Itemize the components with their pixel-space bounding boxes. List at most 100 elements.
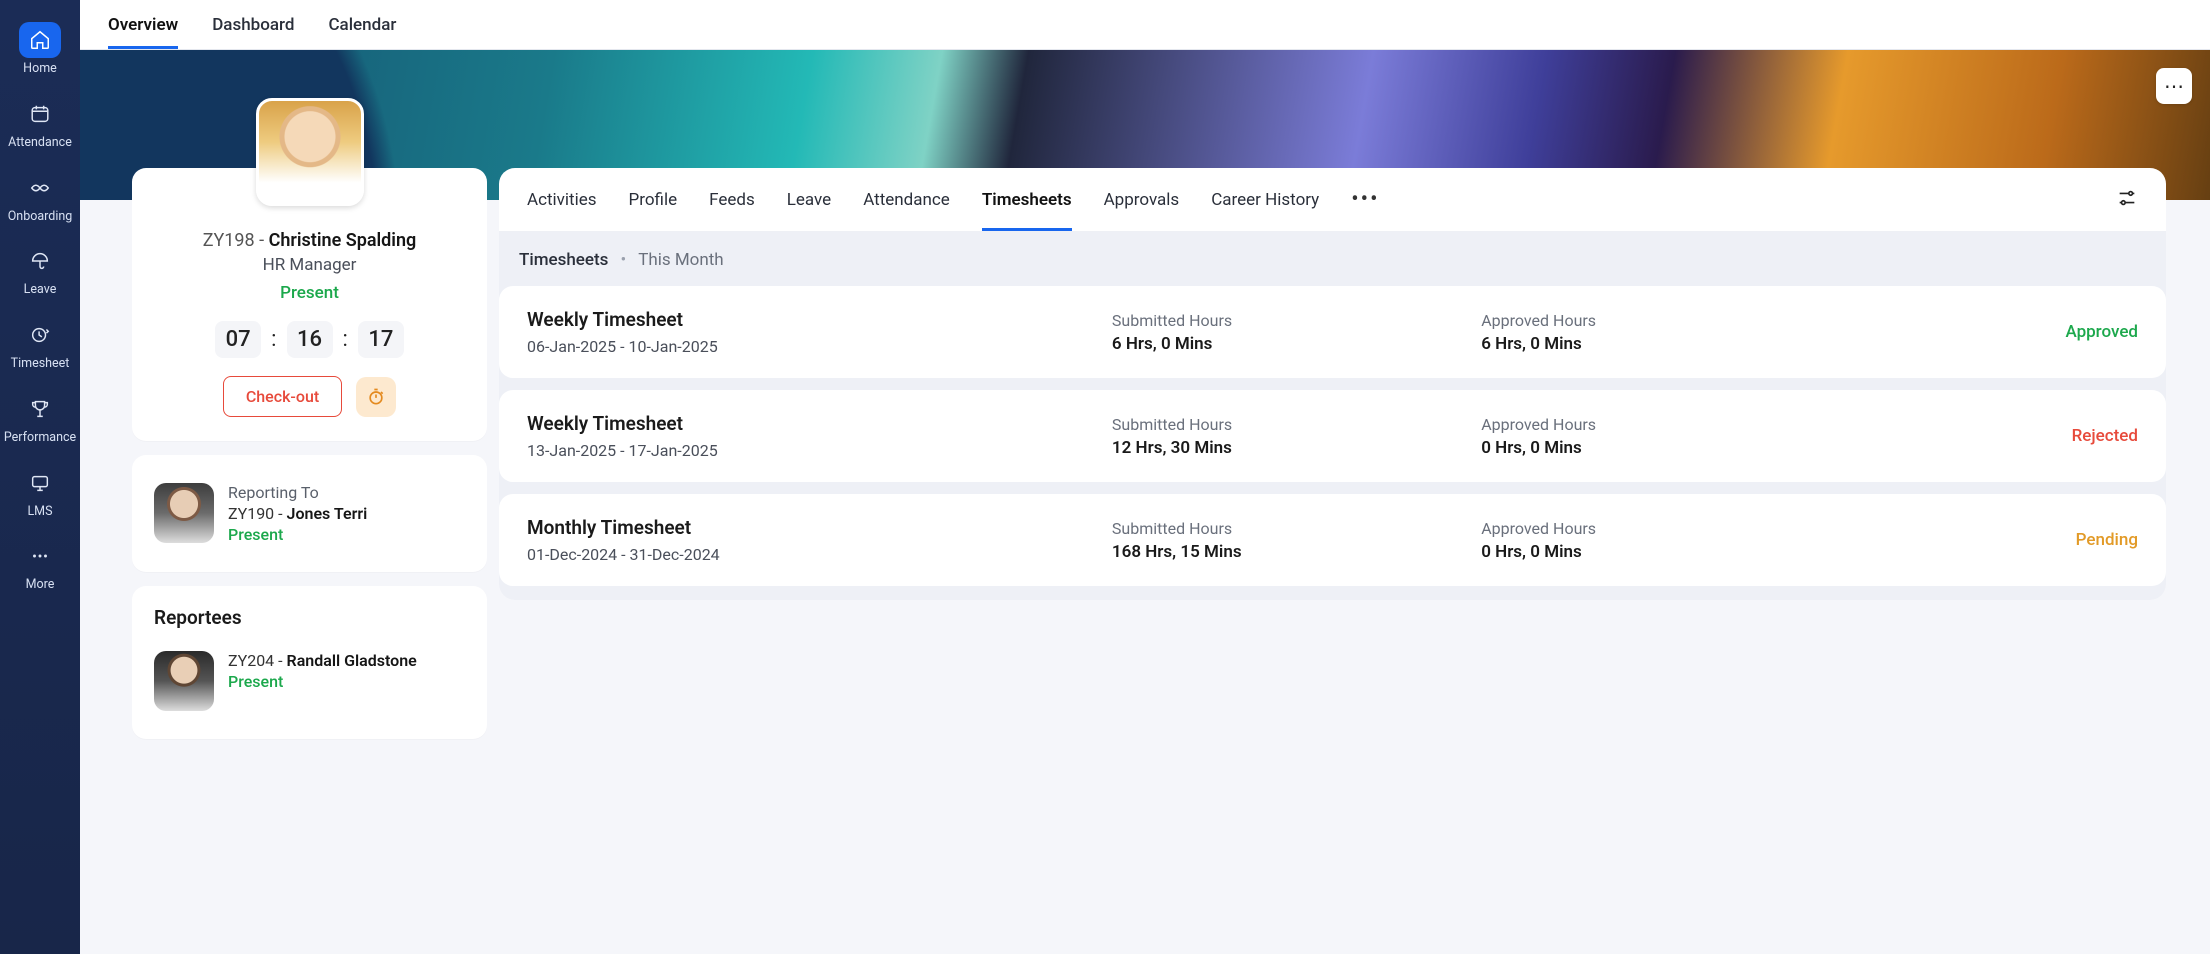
reportee-id-name: ZY204 - Randall Gladstone [228, 651, 417, 670]
timesheet-dates: 01-Dec-2024 - 31-Dec-2024 [527, 545, 1102, 564]
reporting-to-card: Reporting To ZY190 - Jones Terri Present [132, 455, 487, 572]
dots-icon [19, 538, 61, 574]
employee-name: Christine Spalding [269, 230, 417, 251]
panel-body: Timesheets • This Month Weekly Timesheet… [499, 232, 2166, 600]
submitted-hours-value: 12 Hrs, 30 Mins [1112, 438, 1471, 458]
timesheet-dates: 13-Jan-2025 - 17-Jan-2025 [527, 441, 1102, 460]
avatar [256, 98, 364, 206]
profile-card: ZY198 - Christine Spalding HR Manager Pr… [132, 168, 487, 441]
calendar-check-icon [19, 96, 61, 132]
timesheet-card[interactable]: Monthly Timesheet 01-Dec-2024 - 31-Dec-2… [499, 494, 2166, 586]
timesheet-title: Weekly Timesheet [527, 308, 1102, 331]
sidebar-item-label: Performance [4, 431, 76, 445]
sidebar-item-label: Timesheet [11, 357, 70, 371]
presence-status: Present [228, 525, 367, 544]
breadcrumb-leaf: This Month [638, 250, 723, 270]
approved-hours-value: 0 Hrs, 0 Mins [1481, 542, 1840, 562]
sidebar-item-timesheet[interactable]: Timesheet [0, 309, 80, 377]
handshake-icon [19, 170, 61, 206]
filter-button[interactable] [2116, 187, 2138, 213]
person-row[interactable]: ZY204 - Randall Gladstone Present [154, 643, 465, 719]
avatar [154, 483, 214, 543]
reportees-heading: Reportees [154, 606, 465, 629]
sidebar-item-leave[interactable]: Leave [0, 235, 80, 303]
timer-hours: 07 [215, 321, 261, 358]
sidebar-item-lms[interactable]: LMS [0, 457, 80, 525]
sidebar-item-onboarding[interactable]: Onboarding [0, 162, 80, 230]
dots-icon: ⋯ [2164, 74, 2184, 98]
stopwatch-icon [366, 387, 386, 407]
subtab-timesheets[interactable]: Timesheets [982, 168, 1072, 231]
subtab-more[interactable]: ••• [1351, 168, 1379, 231]
person-row[interactable]: Reporting To ZY190 - Jones Terri Present [154, 475, 465, 552]
timer-button[interactable] [356, 377, 396, 417]
timesheet-status: Approved [1851, 322, 2138, 342]
right-column: Activities Profile Feeds Leave Attendanc… [499, 168, 2166, 739]
subtab-approvals[interactable]: Approvals [1104, 168, 1180, 231]
sidebar-item-attendance[interactable]: Attendance [0, 88, 80, 156]
check-out-button[interactable]: Check-out [223, 376, 342, 417]
sidebar-item-label: Onboarding [8, 210, 73, 224]
subtab-activities[interactable]: Activities [527, 168, 597, 231]
sidebar-item-label: More [26, 578, 55, 592]
sidebar-item-performance[interactable]: Performance [0, 383, 80, 451]
timesheet-card[interactable]: Weekly Timesheet 13-Jan-2025 - 17-Jan-20… [499, 390, 2166, 482]
sidebar-item-home[interactable]: Home [0, 14, 80, 82]
subtab-leave[interactable]: Leave [787, 168, 831, 231]
banner-more-button[interactable]: ⋯ [2156, 68, 2192, 104]
umbrella-icon [19, 243, 61, 279]
presence-status: Present [228, 672, 417, 691]
timesheet-card[interactable]: Weekly Timesheet 06-Jan-2025 - 10-Jan-20… [499, 286, 2166, 378]
submitted-hours-label: Submitted Hours [1112, 415, 1471, 434]
timesheet-status: Pending [1851, 530, 2138, 550]
subtab-career-history[interactable]: Career History [1211, 168, 1319, 231]
subtab-feeds[interactable]: Feeds [709, 168, 755, 231]
approved-hours-label: Approved Hours [1481, 415, 1840, 434]
detail-panel: Activities Profile Feeds Leave Attendanc… [499, 168, 2166, 600]
submitted-hours-label: Submitted Hours [1112, 311, 1471, 330]
presence-status: Present [280, 283, 339, 303]
subtab-attendance[interactable]: Attendance [863, 168, 950, 231]
submitted-hours-value: 6 Hrs, 0 Mins [1112, 334, 1471, 354]
sidebar-item-label: Leave [24, 283, 57, 297]
sliders-icon [2116, 187, 2138, 209]
clock-arrow-icon [19, 317, 61, 353]
tab-dashboard[interactable]: Dashboard [212, 0, 294, 49]
tab-calendar[interactable]: Calendar [328, 0, 396, 49]
breadcrumb-separator: • [620, 250, 626, 270]
breadcrumb: Timesheets • This Month [499, 232, 2166, 286]
work-timer: 07 : 16 : 17 [215, 321, 404, 358]
approved-hours-label: Approved Hours [1481, 311, 1840, 330]
timesheet-list: Weekly Timesheet 06-Jan-2025 - 10-Jan-20… [499, 286, 2166, 586]
timer-seconds: 17 [358, 321, 404, 358]
timer-minutes: 16 [287, 321, 333, 358]
left-column: ZY198 - Christine Spalding HR Manager Pr… [132, 168, 487, 739]
manager-id-name: ZY190 - Jones Terri [228, 504, 367, 523]
timesheet-status: Rejected [1851, 426, 2138, 446]
approved-hours-value: 6 Hrs, 0 Mins [1481, 334, 1840, 354]
sidebar: Home Attendance Onboarding Leave Timeshe… [0, 0, 80, 954]
sub-tabs: Activities Profile Feeds Leave Attendanc… [499, 168, 2166, 232]
employee-id: ZY198 [203, 230, 255, 251]
employee-role: HR Manager [263, 255, 357, 275]
home-icon [19, 22, 61, 58]
sidebar-item-more[interactable]: More [0, 530, 80, 598]
timesheet-title: Monthly Timesheet [527, 516, 1102, 539]
submitted-hours-label: Submitted Hours [1112, 519, 1471, 538]
approved-hours-label: Approved Hours [1481, 519, 1840, 538]
sidebar-item-label: Home [23, 62, 57, 76]
sidebar-item-label: Attendance [8, 136, 72, 150]
timesheet-title: Weekly Timesheet [527, 412, 1102, 435]
top-tabs: Overview Dashboard Calendar [80, 0, 2210, 50]
reportees-card: Reportees ZY204 - Randall Gladstone Pres… [132, 586, 487, 739]
tab-overview[interactable]: Overview [108, 0, 178, 49]
employee-id-name: ZY198 - Christine Spalding [203, 230, 417, 251]
reporting-to-label: Reporting To [228, 483, 367, 502]
sidebar-item-label: LMS [27, 505, 52, 519]
approved-hours-value: 0 Hrs, 0 Mins [1481, 438, 1840, 458]
breadcrumb-root[interactable]: Timesheets [519, 250, 608, 270]
timesheet-dates: 06-Jan-2025 - 10-Jan-2025 [527, 337, 1102, 356]
subtab-profile[interactable]: Profile [629, 168, 678, 231]
avatar [154, 651, 214, 711]
trophy-icon [19, 391, 61, 427]
